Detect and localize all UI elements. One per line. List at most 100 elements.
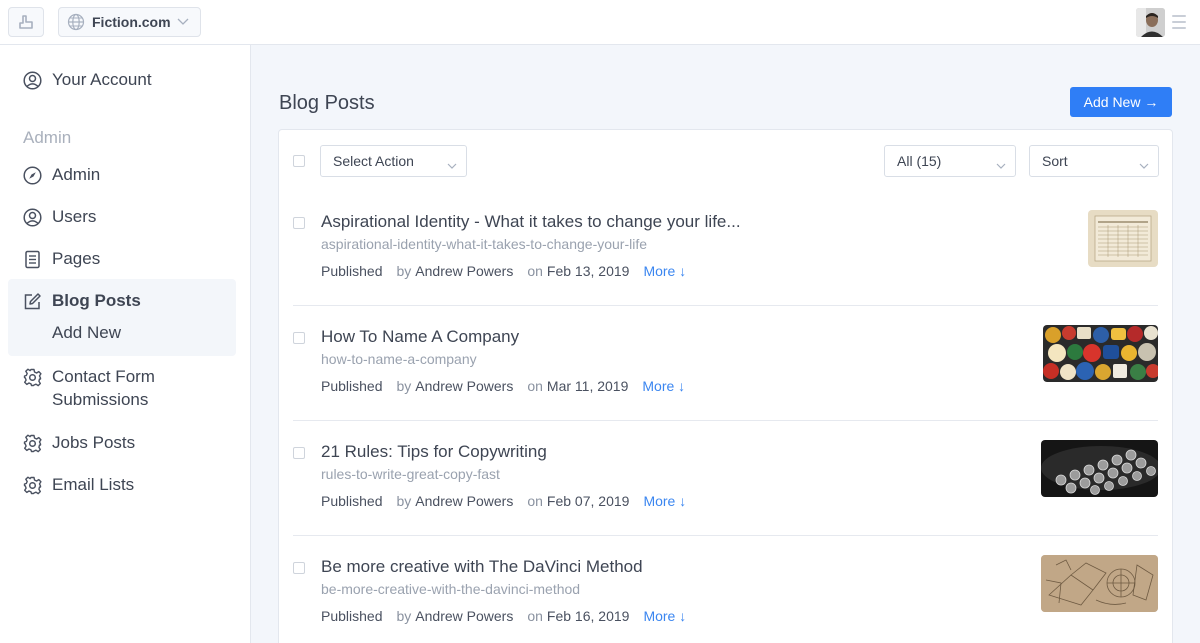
top-bar: Fiction.com <box>0 0 1200 45</box>
post-status: Published <box>321 378 383 394</box>
site-name: Fiction.com <box>92 14 171 30</box>
post-author: Andrew Powers <box>415 263 514 279</box>
site-switcher[interactable]: Fiction.com <box>58 7 201 37</box>
edit-icon <box>22 291 42 311</box>
sidebar-item-label: Users <box>52 207 97 226</box>
post-checkbox[interactable] <box>293 562 305 574</box>
post-meta: Published by Andrew Powers on Feb 13, 20… <box>321 263 686 279</box>
post-date: Feb 07, 2019 <box>546 493 630 509</box>
post-on-label: on <box>527 378 543 394</box>
post-date: Feb 16, 2019 <box>546 608 630 624</box>
post-more-link[interactable]: More ↓ <box>642 378 685 394</box>
post-row: 21 Rules: Tips for Copywriting rules-to-… <box>279 440 1172 557</box>
post-on-label: on <box>527 263 543 279</box>
logo-icon <box>19 15 33 29</box>
post-checkbox[interactable] <box>293 332 305 344</box>
sidebar-section-heading: Admin <box>23 128 72 147</box>
post-thumbnail[interactable] <box>1088 210 1158 267</box>
sidebar-item-blog-posts[interactable]: Blog Posts <box>22 291 141 311</box>
row-divider <box>293 420 1158 421</box>
post-row: Aspirational Identity - What it takes to… <box>279 210 1172 327</box>
row-divider <box>293 535 1158 536</box>
post-row: Be more creative with The DaVinci Method… <box>279 555 1172 643</box>
post-more-link[interactable]: More ↓ <box>643 608 686 624</box>
filter-value: All (15) <box>897 153 942 169</box>
post-slug: how-to-name-a-company <box>321 351 477 367</box>
post-thumbnail[interactable] <box>1041 555 1158 612</box>
post-more-link[interactable]: More ↓ <box>643 263 686 279</box>
menu-icon[interactable] <box>1172 14 1186 30</box>
post-by-label: by <box>396 608 412 624</box>
post-slug: rules-to-write-great-copy-fast <box>321 466 500 482</box>
home-logo-button[interactable] <box>8 7 44 37</box>
sidebar-item-contact-form-submissions[interactable]: Contact Form Submissions <box>22 367 155 411</box>
post-status: Published <box>321 263 383 279</box>
avatar[interactable] <box>1136 8 1165 37</box>
page-title: Blog Posts <box>279 92 375 114</box>
sidebar: Your Account Admin Admin Users Pages Blo… <box>0 45 251 643</box>
sidebar-item-label: Your Account <box>52 70 152 89</box>
chevron-down-icon <box>447 157 457 173</box>
sidebar-item-label: Admin <box>52 165 101 184</box>
post-title[interactable]: How To Name A Company <box>321 327 519 347</box>
sidebar-item-your-account[interactable]: Your Account <box>22 70 152 90</box>
post-more-link[interactable]: More ↓ <box>643 493 686 509</box>
post-meta: Published by Andrew Powers on Feb 07, 20… <box>321 493 686 509</box>
chevron-down-icon <box>996 157 1006 173</box>
post-by-label: by <box>396 493 412 509</box>
post-checkbox[interactable] <box>293 217 305 229</box>
compass-icon <box>22 165 42 185</box>
post-status: Published <box>321 608 383 624</box>
row-divider <box>293 305 1158 306</box>
post-by-label: by <box>396 378 412 394</box>
post-thumbnail[interactable] <box>1043 325 1158 382</box>
sort-value: Sort <box>1042 153 1068 169</box>
gear-icon <box>22 367 42 387</box>
gear-icon <box>22 433 42 453</box>
sidebar-item-label: Jobs Posts <box>52 433 136 452</box>
sidebar-item-label: Contact Form <box>52 367 155 386</box>
post-title[interactable]: Be more creative with The DaVinci Method <box>321 557 643 577</box>
chevron-down-icon <box>177 18 189 26</box>
sidebar-item-label: Email Lists <box>52 475 135 494</box>
sort-select[interactable]: Sort <box>1029 145 1159 177</box>
post-title[interactable]: Aspirational Identity - What it takes to… <box>321 212 741 232</box>
user-circle-icon <box>22 70 42 90</box>
sidebar-item-label-line2: Submissions <box>52 390 149 409</box>
post-meta: Published by Andrew Powers on Feb 16, 20… <box>321 608 686 624</box>
sidebar-item-admin[interactable]: Admin <box>22 165 100 185</box>
filter-select[interactable]: All (15) <box>884 145 1016 177</box>
document-icon <box>22 249 42 269</box>
chevron-down-icon <box>1139 157 1149 173</box>
post-status: Published <box>321 493 383 509</box>
sidebar-subitem-add-new[interactable]: Add New <box>52 323 121 343</box>
post-author: Andrew Powers <box>415 378 514 394</box>
sidebar-item-label: Blog Posts <box>52 291 141 310</box>
sidebar-item-jobs-posts[interactable]: Jobs Posts <box>22 433 135 453</box>
posts-panel: Select Action All (15) Sort Aspirational… <box>278 129 1173 643</box>
sidebar-item-label: Pages <box>52 249 101 268</box>
post-date: Feb 13, 2019 <box>546 263 630 279</box>
post-date: Mar 11, 2019 <box>546 378 629 394</box>
post-row: How To Name A Company how-to-name-a-comp… <box>279 325 1172 442</box>
select-all-checkbox[interactable] <box>293 155 305 167</box>
post-meta: Published by Andrew Powers on Mar 11, 20… <box>321 378 685 394</box>
post-slug: be-more-creative-with-the-davinci-method <box>321 581 581 597</box>
sidebar-item-users[interactable]: Users <box>22 207 96 227</box>
post-checkbox[interactable] <box>293 447 305 459</box>
globe-icon <box>67 13 85 31</box>
post-slug: aspirational-identity-what-it-takes-to-c… <box>321 236 648 252</box>
post-on-label: on <box>527 608 543 624</box>
post-on-label: on <box>527 493 543 509</box>
bulk-action-select[interactable]: Select Action <box>320 145 467 177</box>
sidebar-item-email-lists[interactable]: Email Lists <box>22 475 134 495</box>
post-author: Andrew Powers <box>415 608 514 624</box>
bulk-action-value: Select Action <box>333 153 414 169</box>
sidebar-item-pages[interactable]: Pages <box>22 249 100 269</box>
gear-icon <box>22 475 42 495</box>
post-thumbnail[interactable] <box>1041 440 1158 497</box>
add-new-button[interactable]: Add New → <box>1070 87 1172 117</box>
user-circle-icon <box>22 207 42 227</box>
post-title[interactable]: 21 Rules: Tips for Copywriting <box>321 442 547 462</box>
post-author: Andrew Powers <box>415 493 514 509</box>
